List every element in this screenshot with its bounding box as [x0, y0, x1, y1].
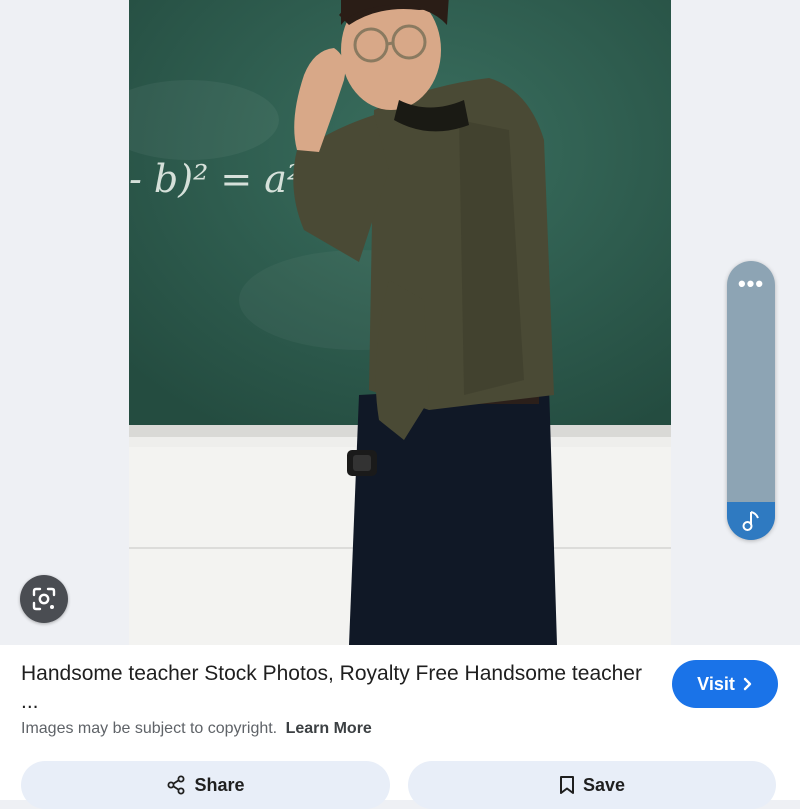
learn-more-link[interactable]: Learn More: [286, 720, 372, 737]
share-icon: [167, 775, 185, 795]
share-button-label: Share: [194, 774, 245, 795]
share-button[interactable]: Share: [21, 761, 390, 809]
more-horizontal-icon[interactable]: •••: [727, 273, 775, 295]
visit-button[interactable]: Visit: [672, 660, 778, 708]
copyright-text: Images may be subject to copyright.: [21, 720, 278, 737]
side-panel[interactable]: •••: [727, 261, 775, 540]
image-viewer: - b)² = a² + 2ab +: [0, 0, 800, 645]
lens-icon: [32, 587, 56, 611]
result-title[interactable]: Handsome teacher Stock Photos, Royalty F…: [21, 660, 651, 716]
save-button-label: Save: [582, 774, 626, 795]
copyright-notice: Images may be subject to copyright. Lear…: [21, 720, 372, 738]
result-image[interactable]: - b)² = a² + 2ab +: [129, 0, 671, 645]
lens-search-button[interactable]: [20, 575, 68, 623]
save-button[interactable]: Save: [408, 761, 776, 809]
visit-button-label: Visit: [697, 673, 735, 694]
result-info-panel: Handsome teacher Stock Photos, Royalty F…: [0, 645, 800, 809]
bookmark-icon: [559, 776, 574, 794]
music-note-icon[interactable]: [727, 502, 775, 540]
chevron-right-icon: [743, 677, 752, 691]
